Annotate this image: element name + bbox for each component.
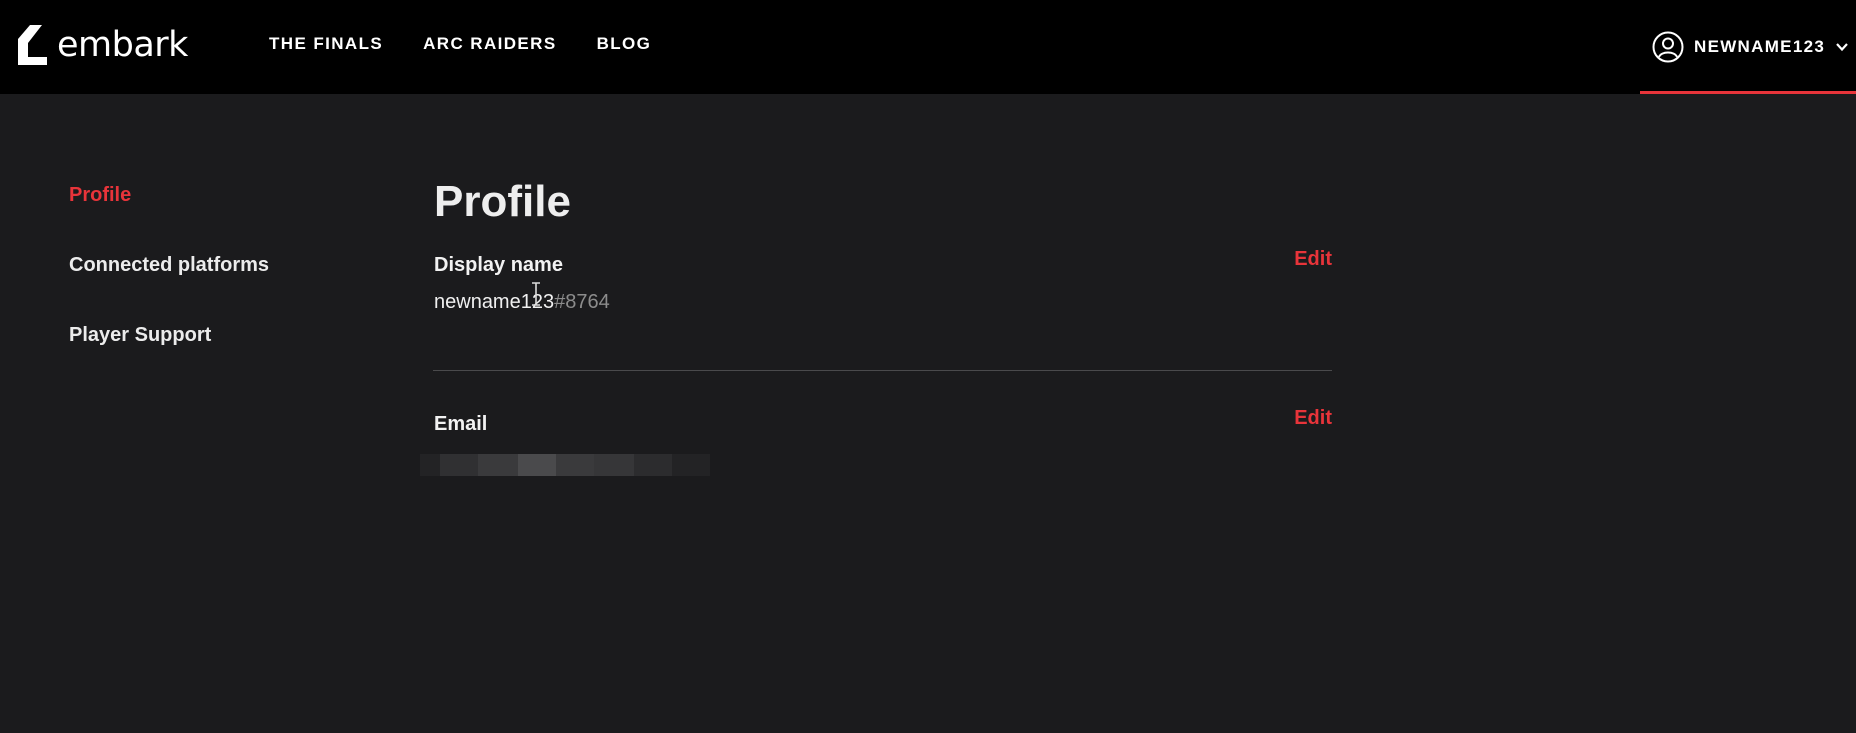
user-account-menu[interactable]: NEWNAME123 [1640, 0, 1856, 94]
brand-name: embark [57, 24, 188, 65]
nav-link-the-finals[interactable]: THE FINALS [269, 34, 383, 54]
text-cursor-icon [532, 282, 540, 306]
nav-link-blog[interactable]: BLOG [597, 34, 652, 54]
display-name-label: Display name [434, 254, 563, 276]
chevron-down-icon [1836, 43, 1848, 52]
top-navigation-bar: embark THE FINALS ARC RAIDERS BLOG NEWNA… [0, 0, 1856, 94]
email-label: Email [434, 413, 488, 435]
edit-email-button[interactable]: Edit [1294, 407, 1332, 430]
main-nav: THE FINALS ARC RAIDERS BLOG [269, 34, 651, 54]
display-name-section: Display name Edit newname123#8764 [434, 248, 1332, 370]
sidebar-item-player-support[interactable]: Player Support [69, 324, 269, 346]
embark-logo[interactable]: embark [18, 24, 188, 66]
embark-logo-icon [18, 25, 47, 65]
sidebar-item-connected-platforms[interactable]: Connected platforms [69, 254, 269, 276]
settings-sidebar: Profile Connected platforms Player Suppo… [69, 184, 269, 346]
username-label: NEWNAME123 [1694, 37, 1826, 56]
section-divider [433, 370, 1332, 371]
user-avatar-icon [1652, 31, 1684, 63]
email-value-redacted [420, 454, 1332, 476]
sidebar-item-profile[interactable]: Profile [69, 184, 269, 206]
profile-content: Profile Display name Edit newname123#876… [420, 174, 1332, 476]
display-name-tag: #8764 [554, 291, 610, 313]
nav-link-arc-raiders[interactable]: ARC RAIDERS [423, 34, 556, 54]
email-section: Email Edit [420, 407, 1332, 476]
edit-display-name-button[interactable]: Edit [1294, 248, 1332, 271]
page-title: Profile [434, 177, 571, 226]
display-name-value: newname123#8764 [434, 291, 1332, 314]
